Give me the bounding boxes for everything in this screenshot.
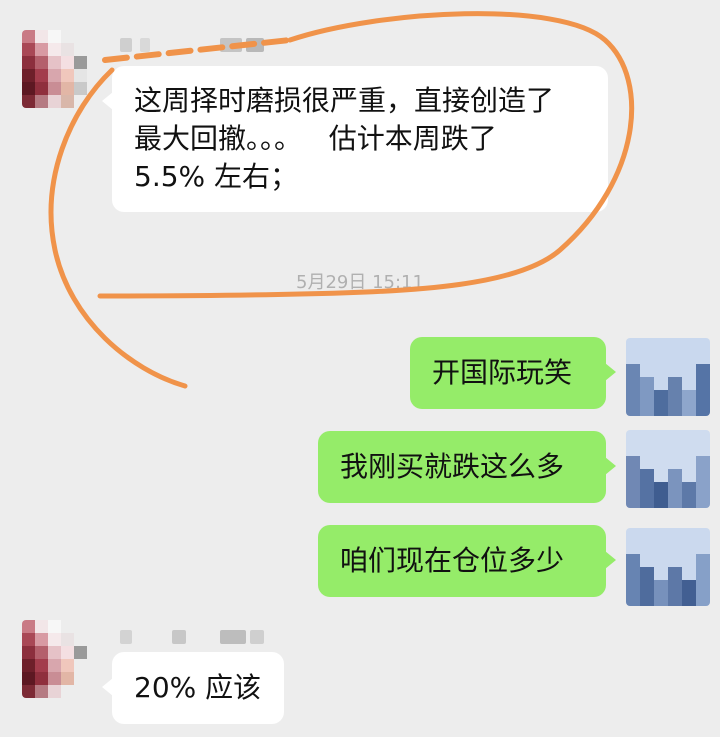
message-text-line: 5.5% 左右； bbox=[134, 160, 299, 193]
chat-window: 这周择时磨损很严重，直接创造了 最大回撤。。。 估计本周跌了 5.5% 左右； … bbox=[0, 0, 720, 737]
outgoing-message-bubble[interactable]: 咱们现在仓位多少 bbox=[318, 525, 616, 597]
message-text-line: 这周择时磨损很严重，直接创造了 bbox=[134, 84, 555, 117]
self-avatar[interactable] bbox=[626, 528, 710, 606]
message-text: 我刚买就跌这么多 bbox=[340, 450, 565, 483]
contact-name-blurred bbox=[120, 630, 280, 648]
message-text: 咱们现在仓位多少 bbox=[340, 544, 565, 577]
contact-avatar[interactable] bbox=[22, 30, 100, 108]
incoming-message-bubble[interactable]: 20% 应该 bbox=[102, 652, 284, 724]
message-text-line: 最大回撤。。。 估计本周跌了 bbox=[134, 122, 497, 155]
self-avatar[interactable] bbox=[626, 338, 710, 416]
message-timestamp: 5月29日 15:11 bbox=[296, 272, 424, 293]
contact-avatar[interactable] bbox=[22, 620, 100, 698]
outgoing-message-bubble[interactable]: 开国际玩笑 bbox=[410, 337, 616, 409]
message-text: 开国际玩笑 bbox=[432, 356, 573, 389]
contact-name-blurred bbox=[120, 38, 300, 56]
incoming-message-bubble[interactable]: 这周择时磨损很严重，直接创造了 最大回撤。。。 估计本周跌了 5.5% 左右； bbox=[102, 66, 608, 212]
outgoing-message-bubble[interactable]: 我刚买就跌这么多 bbox=[318, 431, 616, 503]
self-avatar[interactable] bbox=[626, 430, 710, 508]
message-text: 20% 应该 bbox=[134, 671, 262, 704]
